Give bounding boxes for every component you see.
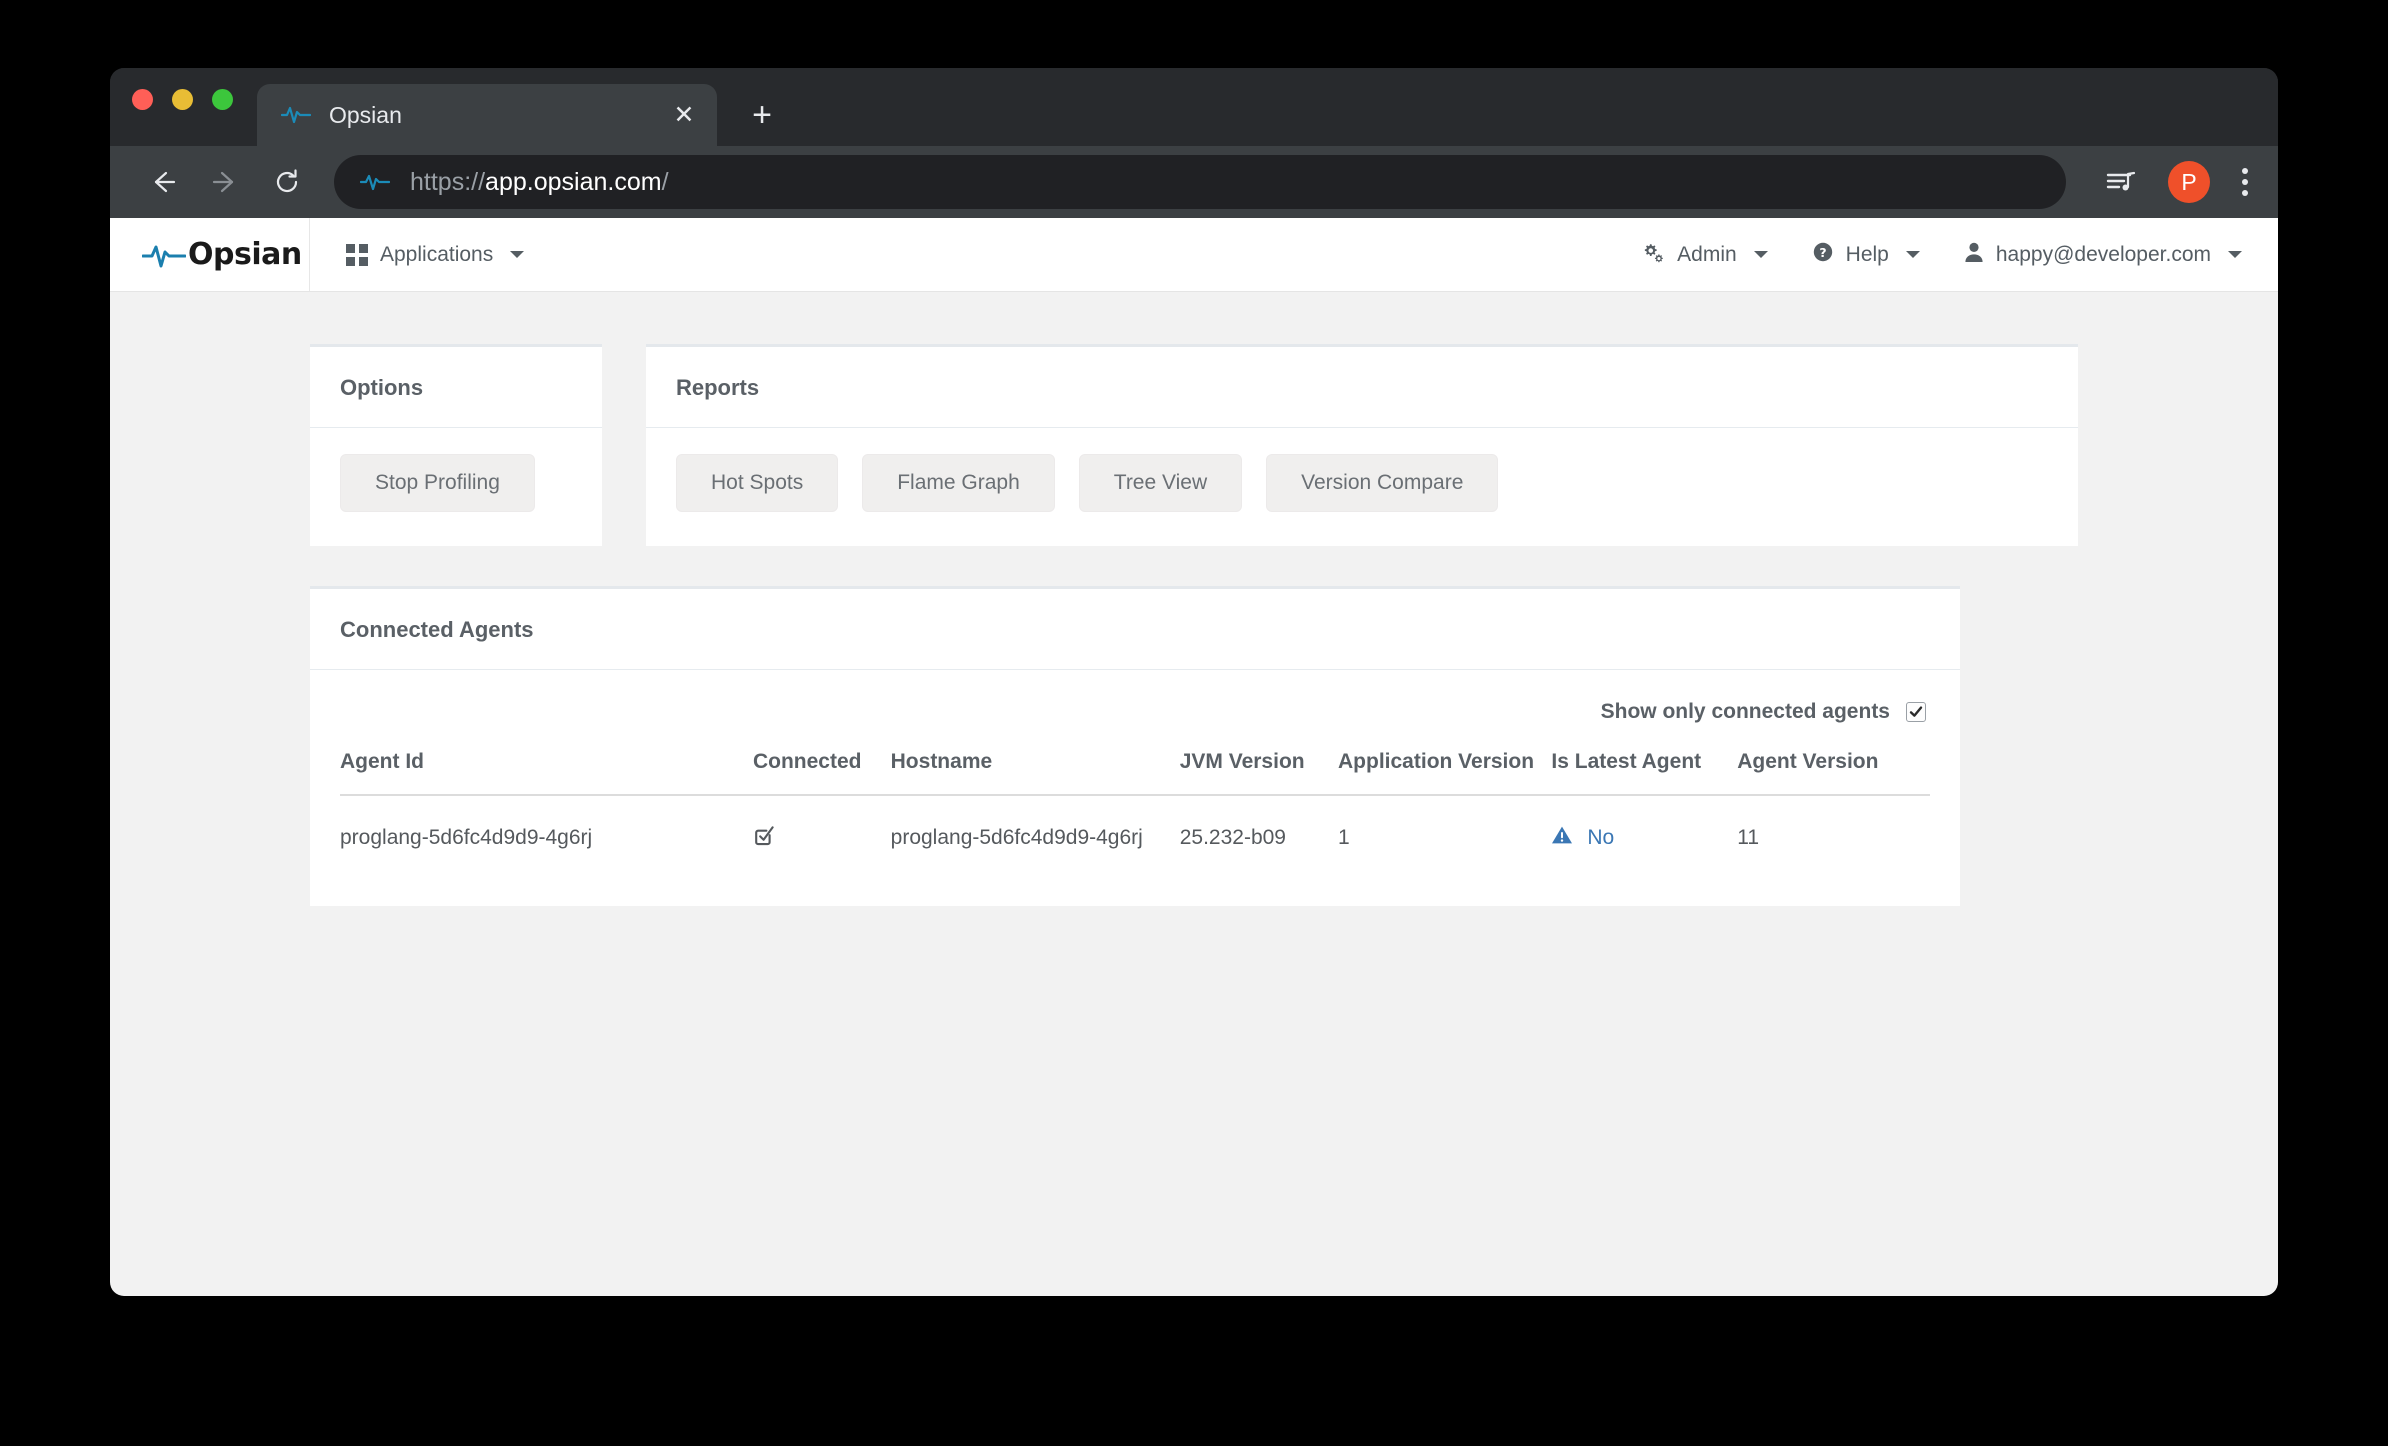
pulse-waveform-icon (280, 104, 312, 126)
pulse-waveform-icon (359, 172, 391, 192)
cell-connected (753, 795, 891, 852)
browser-tab-title: Opsian (329, 101, 402, 128)
column-header-hostname[interactable]: Hostname (890, 750, 1180, 796)
column-header-jvm-version[interactable]: JVM Version (1179, 750, 1339, 796)
show-only-connected-checkbox[interactable] (1906, 702, 1926, 722)
column-header-agent-version[interactable]: Agent Version (1737, 750, 1930, 796)
svg-text:?: ? (1819, 245, 1826, 260)
address-bar[interactable]: https://app.opsian.com/ (334, 155, 2066, 209)
version-compare-button[interactable]: Version Compare (1266, 454, 1499, 512)
arrow-right-icon[interactable] (198, 155, 252, 209)
hot-spots-button[interactable]: Hot Spots (676, 454, 839, 512)
url-scheme: https:// (410, 167, 486, 196)
plus-icon[interactable]: + (745, 98, 779, 132)
show-only-connected-filter[interactable]: Show only connected agents (340, 700, 1930, 724)
minimize-window-button[interactable] (172, 88, 193, 110)
cell-is-latest-agent: No (1551, 795, 1737, 852)
cell-application-version: 1 (1338, 826, 1350, 849)
reports-panel-header: Reports (646, 347, 2078, 428)
reports-panel-body: Hot Spots Flame Graph Tree View Version … (646, 428, 2078, 546)
top-panels-row: Options Stop Profiling Reports Hot Spots… (110, 344, 2278, 546)
options-panel-body: Stop Profiling (310, 428, 602, 546)
nav-item-admin[interactable]: Admin (1641, 241, 1768, 269)
page-content: Options Stop Profiling Reports Hot Spots… (110, 292, 2278, 906)
check-square-icon (753, 826, 775, 851)
browser-tab[interactable]: Opsian ✕ (257, 84, 717, 146)
connected-agents-panel: Connected Agents Show only connected age… (310, 586, 1960, 906)
cell-agent-version: 11 (1737, 826, 1760, 849)
connected-agents-table: Agent Id Connected Hostname JVM Version … (340, 750, 1930, 852)
filter-label: Show only connected agents (1600, 700, 1890, 723)
nav-item-label: Applications (380, 242, 494, 266)
is-latest-agent-link[interactable]: No (1587, 826, 1614, 850)
column-header-is-latest-agent[interactable]: Is Latest Agent (1551, 750, 1738, 796)
nav-item-help[interactable]: ? Help (1812, 241, 1920, 269)
column-header-agent-id[interactable]: Agent Id (340, 750, 753, 796)
window-traffic-lights (132, 68, 233, 146)
cell-agent-id: proglang-5d6fc4d9d9-4g6rj (340, 826, 593, 849)
options-panel-header: Options (310, 347, 602, 428)
warning-triangle-icon (1551, 825, 1573, 851)
address-bar-url: https://app.opsian.com/ (410, 168, 669, 197)
panel-title: Connected Agents (340, 617, 534, 642)
navbar-left-items: Applications (310, 218, 525, 291)
cell-hostname: proglang-5d6fc4d9d9-4g6rj (890, 826, 1143, 849)
navbar-right-items: Admin ? Help happy@developer.com (1641, 218, 2278, 291)
chevron-down-icon (1905, 251, 1920, 258)
kebab-menu-icon[interactable] (2242, 168, 2248, 196)
column-header-connected[interactable]: Connected (752, 750, 891, 796)
reports-panel: Reports Hot Spots Flame Graph Tree View … (646, 344, 2078, 546)
table-head: Agent Id Connected Hostname JVM Version … (340, 750, 1930, 796)
tree-view-button[interactable]: Tree View (1078, 454, 1243, 512)
url-path: / (661, 167, 669, 196)
is-latest-agent-value: No (1551, 825, 1737, 851)
nav-item-label: happy@developer.com (1995, 242, 2211, 266)
column-header-application-version[interactable]: Application Version (1338, 750, 1552, 796)
table-body: proglang-5d6fc4d9d9-4g6rj proglang-5d6fc… (340, 795, 1930, 852)
url-host: app.opsian.com (485, 167, 662, 196)
connected-agents-header: Connected Agents (310, 589, 1960, 670)
connected-agents-body: Show only connected agents Agent Id Conn… (310, 670, 1960, 906)
agents-row: Connected Agents Show only connected age… (110, 546, 2278, 906)
chevron-down-icon (1753, 251, 1768, 258)
options-panel: Options Stop Profiling (310, 344, 602, 546)
panel-title: Reports (676, 375, 760, 400)
media-playlist-icon[interactable] (2098, 159, 2144, 205)
chevron-down-icon (2228, 251, 2242, 258)
arrow-left-icon[interactable] (136, 155, 190, 209)
browser-tab-strip: Opsian ✕ + (110, 68, 2278, 146)
table-row: proglang-5d6fc4d9d9-4g6rj proglang-5d6fc… (340, 795, 1930, 852)
browser-toolbar: https://app.opsian.com/ P (110, 146, 2278, 218)
cogs-icon (1641, 241, 1665, 269)
browser-window: Opsian ✕ + https://app.opsian.com/ P Ops… (110, 68, 2278, 1296)
stop-profiling-button[interactable]: Stop Profiling (340, 454, 535, 512)
profile-avatar[interactable]: P (2168, 161, 2210, 203)
user-icon (1964, 241, 1984, 269)
table-header-row: Agent Id Connected Hostname JVM Version … (340, 750, 1930, 796)
reload-icon[interactable] (260, 155, 314, 209)
nav-item-label: Admin (1677, 242, 1737, 266)
brand-name: Opsian (188, 237, 302, 272)
close-window-button[interactable] (132, 88, 153, 110)
pulse-waveform-icon (141, 241, 187, 269)
flame-graph-button[interactable]: Flame Graph (862, 454, 1055, 512)
nav-item-label: Help (1845, 242, 1889, 266)
chevron-down-icon (510, 251, 525, 258)
maximize-window-button[interactable] (212, 88, 233, 110)
cell-jvm-version: 25.232-b09 (1179, 826, 1286, 849)
close-icon[interactable]: ✕ (669, 102, 699, 128)
brand-logo[interactable]: Opsian (110, 218, 310, 291)
question-circle-icon: ? (1812, 241, 1834, 269)
panel-title: Options (340, 375, 424, 400)
nav-item-account[interactable]: happy@developer.com (1964, 241, 2242, 269)
grid-icon (346, 243, 368, 266)
app-navbar: Opsian Applications Admin ? Help happy@d… (110, 218, 2278, 292)
nav-item-applications[interactable]: Applications (346, 242, 525, 267)
page-viewport: Opsian Applications Admin ? Help happy@d… (110, 218, 2278, 1296)
